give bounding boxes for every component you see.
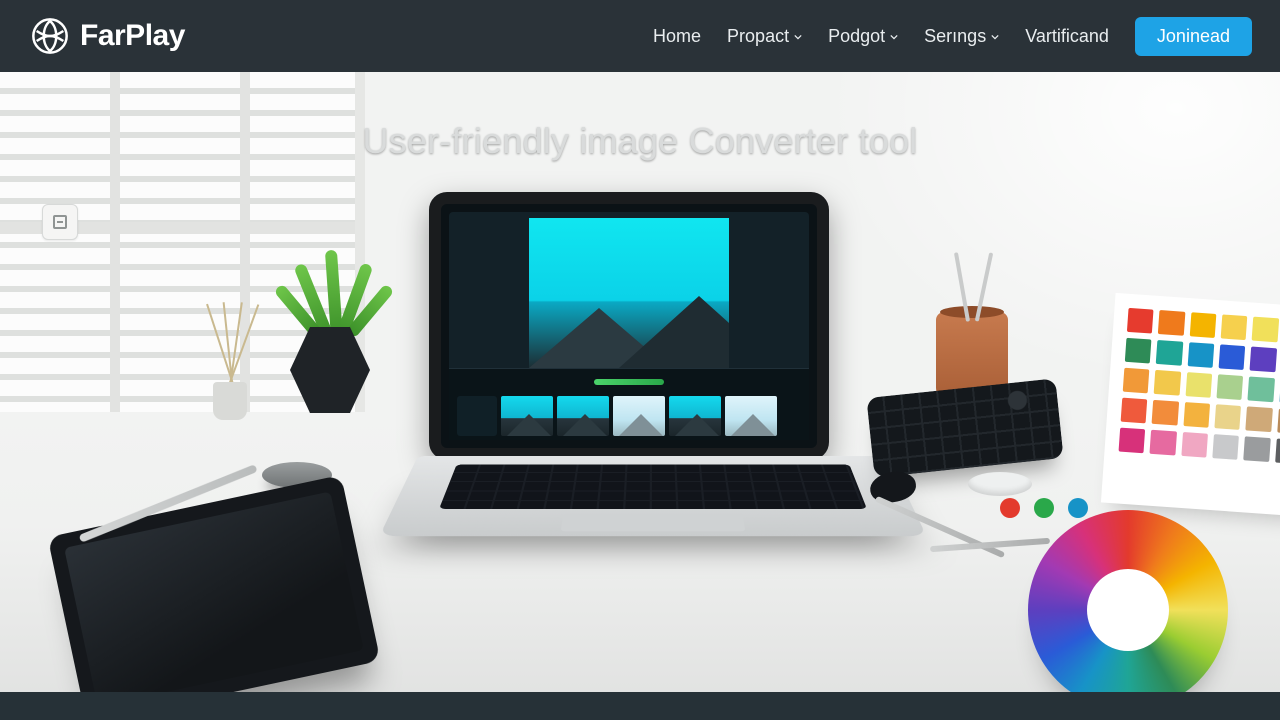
nav-item-serings[interactable]: Serıngs (924, 26, 999, 47)
nav-items: Home Propact Podgot Serıngs Vartificand … (653, 17, 1252, 56)
paint-dot (1000, 498, 1020, 518)
nav-item-podgot[interactable]: Podgot (828, 26, 898, 47)
color-swatch (1216, 374, 1243, 400)
nav-item-label: Home (653, 26, 701, 47)
color-swatch (1156, 340, 1183, 366)
color-swatch (1189, 312, 1216, 338)
color-swatch (1248, 376, 1275, 402)
brand-logo-icon (30, 16, 70, 56)
color-swatch (1158, 310, 1185, 336)
cta-button[interactable]: Joninead (1135, 17, 1252, 56)
color-swatch (1181, 432, 1208, 458)
nav-item-vartificand[interactable]: Vartificand (1025, 26, 1109, 47)
chevron-down-icon (991, 33, 999, 41)
hero-reed-diffuser (195, 300, 265, 420)
color-swatch (1244, 436, 1271, 462)
hero-laptop-keyboard (418, 456, 888, 606)
color-swatch (1221, 314, 1248, 340)
laptop-progress-bar (594, 379, 664, 385)
nav-item-label: Podgot (828, 26, 885, 47)
chevron-down-icon (890, 33, 898, 41)
paint-dot (1068, 498, 1088, 518)
panel-icon (53, 215, 67, 229)
nav-item-label: Vartificand (1025, 26, 1109, 47)
laptop-thumbnail (557, 396, 609, 436)
color-swatch (1123, 368, 1150, 394)
brand-logo[interactable]: FarPlay (30, 16, 185, 56)
color-swatch (1150, 430, 1177, 456)
side-widget-button[interactable] (42, 204, 78, 240)
nav-item-home[interactable]: Home (653, 26, 701, 47)
brand-name: FarPlay (80, 19, 185, 53)
laptop-thumbnail-strip (449, 392, 809, 440)
color-swatch (1121, 398, 1148, 424)
color-swatch (1185, 372, 1212, 398)
navbar: FarPlay Home Propact Podgot Serıngs Vart… (0, 0, 1280, 72)
hero-laptop-screen (429, 192, 829, 460)
paint-dot (1034, 498, 1054, 518)
hero-laptop (418, 192, 840, 606)
hero-title: User-friendly image Converter tool (0, 120, 1280, 162)
color-swatch (1119, 428, 1146, 454)
color-swatch (1154, 370, 1181, 396)
color-swatch (1212, 434, 1239, 460)
hero-section: User-friendly image Converter tool (0, 72, 1280, 720)
color-swatch (1252, 317, 1279, 343)
color-swatch (1250, 347, 1277, 373)
nav-item-label: Serıngs (924, 26, 986, 47)
nav-item-label: Propact (727, 26, 789, 47)
color-swatch (1127, 308, 1154, 334)
hero-plant (278, 240, 388, 340)
hero-white-puck (968, 472, 1032, 496)
color-swatch (1246, 406, 1273, 432)
laptop-canvas-image (529, 218, 729, 368)
color-swatch (1187, 342, 1214, 368)
color-swatch (1125, 338, 1152, 364)
color-swatch (1152, 400, 1179, 426)
color-swatch (1214, 404, 1241, 430)
color-swatch (1219, 344, 1246, 370)
hero-color-wheel (1028, 510, 1238, 720)
hero-bottom-band (0, 692, 1280, 720)
hero-color-dots (1000, 498, 1088, 518)
laptop-timeline (449, 368, 809, 392)
laptop-thumbnail (669, 396, 721, 436)
laptop-thumbnail (725, 396, 777, 436)
chevron-down-icon (794, 33, 802, 41)
nav-item-propact[interactable]: Propact (727, 26, 802, 47)
color-swatch (1275, 439, 1280, 465)
laptop-thumbnail (501, 396, 553, 436)
laptop-thumbnail (613, 396, 665, 436)
color-swatch (1183, 402, 1210, 428)
hero-color-swatches (1101, 293, 1280, 517)
cta-label: Joninead (1157, 26, 1230, 46)
laptop-tool-panel (457, 396, 497, 436)
